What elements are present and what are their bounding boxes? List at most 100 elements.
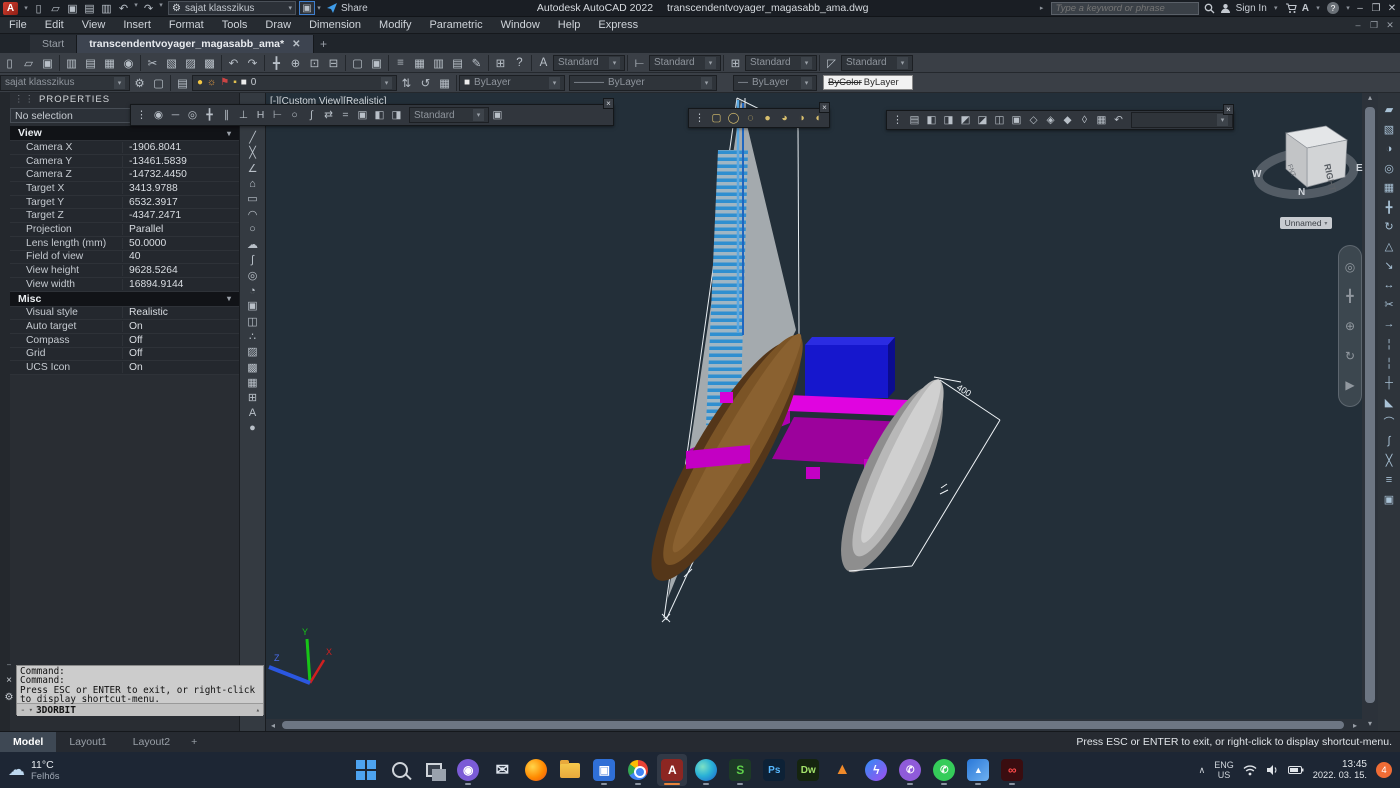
taskbar-app-start[interactable] — [351, 754, 381, 786]
insert-block-icon[interactable]: ▣ — [242, 298, 264, 313]
close-icon[interactable]: × — [1223, 104, 1234, 115]
save-icon[interactable]: ▣ — [38, 54, 57, 71]
print-preview-icon[interactable]: ▤ — [81, 54, 100, 71]
top-view-icon[interactable]: ◧ — [923, 112, 940, 128]
hide-constraints-icon[interactable]: ◨ — [388, 107, 405, 123]
ellipse-icon[interactable]: ◎ — [242, 268, 264, 283]
cart-icon[interactable] — [1285, 3, 1297, 14]
previous-view-icon[interactable]: ↶ — [1110, 112, 1127, 128]
qnew-icon[interactable]: ▯ — [30, 1, 47, 16]
notification-badge[interactable]: 4 — [1376, 762, 1392, 778]
symmetric-icon[interactable]: ⇄ — [320, 107, 337, 123]
taskbar-app-chrome[interactable] — [623, 754, 653, 786]
display-icon[interactable]: ▢ — [149, 74, 168, 91]
blend-icon[interactable]: ∫ — [1379, 432, 1399, 452]
tray-expand-icon[interactable]: ∧ — [1199, 765, 1206, 776]
right-view-icon[interactable]: ◪ — [974, 112, 991, 128]
help-icon[interactable]: ? — [1327, 2, 1339, 14]
property-value[interactable]: On — [122, 362, 239, 373]
taskbar-app-autocad[interactable]: A — [657, 754, 687, 786]
fillet-icon[interactable]: ⌒ — [1379, 412, 1399, 432]
nav-orbit-icon[interactable]: ↻ — [1341, 347, 1360, 364]
table-style-dropdown[interactable]: Standard▾ — [745, 55, 817, 71]
taskbar-app-dreamweaver[interactable]: Dw — [793, 754, 823, 786]
layer-lock-icon[interactable]: ▪ — [233, 77, 237, 88]
taskbar-app-search[interactable] — [385, 754, 415, 786]
new-tab-button[interactable]: + — [314, 35, 334, 53]
layer-dropdown[interactable]: ● ☼ ⚑ ▪ ■ 0 ▾ — [192, 75, 397, 91]
horizontal-icon[interactable]: H — [252, 107, 269, 123]
arc-icon[interactable]: ◠ — [242, 206, 264, 221]
menu-edit[interactable]: Edit — [36, 17, 73, 34]
wifi-icon[interactable] — [1243, 764, 1257, 776]
chamfer-icon[interactable]: ◣ — [1379, 393, 1399, 413]
point-icon[interactable]: ∴ — [242, 329, 264, 344]
mirror-icon[interactable]: ◑ — [1379, 139, 1399, 159]
property-value[interactable]: On — [122, 321, 239, 332]
layout-tab-model[interactable]: Model — [0, 732, 56, 753]
scroll-down-icon[interactable]: ▾ — [1362, 719, 1378, 731]
property-value[interactable]: Off — [122, 335, 239, 346]
layer-previous-icon[interactable]: ↺ — [416, 74, 435, 91]
offset-icon[interactable]: ◎ — [1379, 159, 1399, 179]
explode-icon[interactable]: ╳ — [1379, 451, 1399, 471]
nav-pan-icon[interactable]: ╋ — [1341, 288, 1360, 305]
command-grip-icon[interactable]: ┉ — [7, 661, 11, 669]
horizontal-scrollbar[interactable]: ◂ ▸ — [266, 719, 1362, 731]
clock[interactable]: 13:45 2022. 03. 15. — [1313, 759, 1367, 781]
menu-dimension[interactable]: Dimension — [300, 17, 370, 34]
taskbar-app-file-explorer[interactable] — [555, 754, 585, 786]
tool-palettes-icon[interactable]: ▥ — [429, 54, 448, 71]
menu-format[interactable]: Format — [160, 17, 213, 34]
constraint-style-dropdown[interactable]: Standard ▾ — [409, 107, 489, 123]
restore-button[interactable]: ❐ — [1368, 1, 1384, 16]
tab-close-icon[interactable]: ✕ — [292, 39, 300, 50]
property-value[interactable]: -14732.4450 — [122, 169, 239, 180]
text-style-icon[interactable]: A — [534, 54, 553, 71]
erase-icon[interactable]: ▰ — [1379, 100, 1399, 120]
close-icon[interactable]: × — [819, 102, 830, 113]
taskbar-app-green-app[interactable]: S — [725, 754, 755, 786]
property-value[interactable]: 6532.3917 — [122, 197, 239, 208]
layer-properties-icon[interactable]: ▤ — [173, 74, 192, 91]
sheet-set-manager-icon[interactable]: ▤ — [448, 54, 467, 71]
hatch-icon[interactable]: ▨ — [242, 344, 264, 359]
property-value[interactable]: -13461.5839 — [122, 156, 239, 167]
section-header-view[interactable]: View▾ — [10, 126, 239, 141]
lineweight-dropdown[interactable]: — ByLayer ▾ — [733, 75, 817, 91]
section-header-misc[interactable]: Misc▾ — [10, 292, 239, 307]
workspace-switch-icon[interactable]: ▣ — [299, 1, 315, 15]
workspace-settings-icon[interactable]: ⚙ — [130, 74, 149, 91]
bottom-view-icon[interactable]: ◨ — [940, 112, 957, 128]
layer-states-icon[interactable]: ▦ — [435, 74, 454, 91]
make-block-icon[interactable]: ◫ — [242, 314, 264, 329]
close-button[interactable]: ✕ — [1384, 1, 1400, 16]
ellipse-arc-icon[interactable]: ◔ — [242, 283, 264, 298]
create-camera-icon[interactable]: ▦ — [1093, 112, 1110, 128]
layer-on-icon[interactable]: ● — [197, 77, 203, 88]
property-value[interactable]: -4347.2471 — [122, 210, 239, 221]
group-icon[interactable]: ▣ — [1379, 490, 1399, 510]
menu-express[interactable]: Express — [589, 17, 647, 34]
gradient-icon[interactable]: ▩ — [242, 359, 264, 374]
property-value[interactable]: -1906.8041 — [122, 142, 239, 153]
designcenter-icon[interactable]: ▦ — [410, 54, 429, 71]
sign-in-label[interactable]: Sign In — [1236, 3, 1267, 14]
conceptual-icon[interactable]: ◕ — [776, 110, 793, 126]
app-menu-arrow-icon[interactable]: ▾ — [22, 4, 30, 12]
taskbar-app-mail[interactable]: ✉ — [487, 754, 517, 786]
auto-constrain-icon[interactable]: ▣ — [354, 107, 371, 123]
menu-insert[interactable]: Insert — [114, 17, 160, 34]
extend-icon[interactable]: → — [1379, 315, 1399, 335]
ucs-dropdown-button[interactable]: Unnamed ▾ — [1280, 217, 1332, 229]
properties-palette-icon[interactable]: ≡ — [391, 54, 410, 71]
viewcube[interactable]: W N E RIGHT FNT — [1248, 123, 1368, 219]
chevron-down-icon[interactable]: ▾ — [132, 1, 140, 16]
zoom-window-icon[interactable]: ⊡ — [305, 54, 324, 71]
toolbar-grip[interactable]: ⋮ — [133, 107, 150, 123]
mleader-style-dropdown[interactable]: Standard▾ — [841, 55, 913, 71]
autodesk-app-icon[interactable]: A — [1302, 3, 1309, 14]
palette-grip[interactable] — [0, 93, 10, 731]
viewcube-cube[interactable] — [1286, 126, 1347, 187]
stretch-icon[interactable]: ↘ — [1379, 256, 1399, 276]
